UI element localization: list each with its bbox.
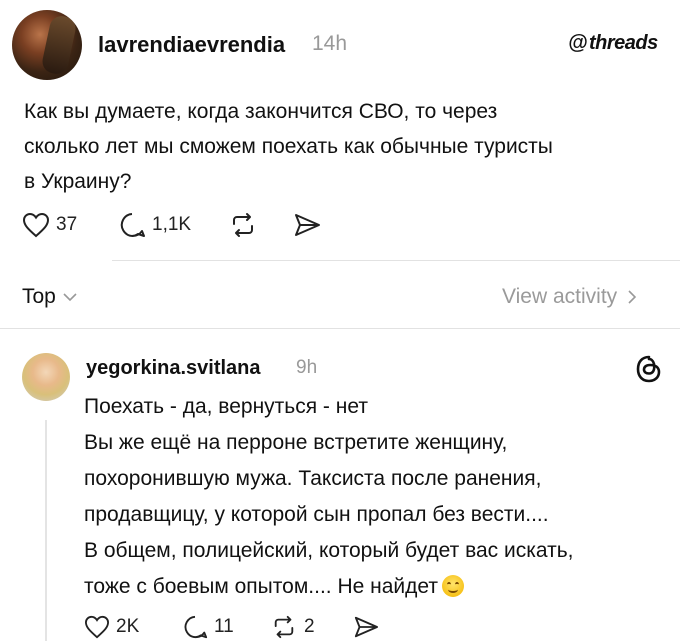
reply-text-line: Поехать - да, вернуться - нет xyxy=(84,395,368,418)
chevron-right-icon xyxy=(628,290,637,304)
reply-share-button[interactable] xyxy=(352,612,380,642)
reply-text-line-last: тоже с боевым опытом.... Не найдет xyxy=(84,569,674,605)
smiling-face-emoji xyxy=(442,575,464,597)
heart-icon xyxy=(84,615,110,639)
reply-text: Поехать - да, вернуться - нет Вы же ещё … xyxy=(84,389,674,605)
comment-icon xyxy=(184,615,208,639)
reply-button[interactable]: 1,1K xyxy=(118,210,191,240)
divider xyxy=(112,260,680,261)
reply-author-username[interactable]: yegorkina.svitlana xyxy=(86,357,261,380)
reply-timestamp: 9h xyxy=(296,357,318,378)
send-icon xyxy=(354,616,378,638)
reply-repost-button[interactable]: 2 xyxy=(270,612,315,642)
author-avatar[interactable] xyxy=(12,10,82,80)
reply-text-line: похоронившую мужа. Таксиста после ранени… xyxy=(84,467,542,490)
reply-like-button[interactable]: 2K xyxy=(84,612,139,642)
repost-icon xyxy=(274,615,294,639)
reply-text-line: тоже с боевым опытом.... Не найдет xyxy=(84,575,438,598)
reply-text-line: В общем, полицейский, который будет вас … xyxy=(84,539,574,562)
threads-brand: @ threads xyxy=(568,32,658,55)
threads-logo-icon: @ xyxy=(568,32,588,54)
post-author-username[interactable]: lavrendiaevrendia xyxy=(98,32,285,58)
reply-reply-button[interactable]: 11 xyxy=(182,612,234,642)
post-text: Как вы думаете, когда закончится СВО, то… xyxy=(24,94,664,199)
like-count: 37 xyxy=(56,214,78,235)
reply-author-avatar[interactable] xyxy=(22,353,70,401)
repost-button[interactable] xyxy=(228,210,258,240)
chevron-down-icon xyxy=(63,293,77,302)
repost-icon xyxy=(233,213,253,237)
post-text-line: сколько лет мы сможем поехать как обычны… xyxy=(24,135,553,158)
threads-brand-label: threads xyxy=(589,32,658,54)
reply-reply-count: 11 xyxy=(214,616,234,637)
divider xyxy=(0,328,680,329)
reply-like-count: 2K xyxy=(116,616,140,637)
thread-line xyxy=(45,420,47,641)
post-text-line: Как вы думаете, когда закончится СВО, то… xyxy=(24,100,498,123)
threads-logo-icon[interactable] xyxy=(634,354,664,389)
view-activity-link[interactable]: View activity xyxy=(502,285,639,309)
post-text-line: в Украину? xyxy=(24,170,132,193)
reply-text-line: Вы же ещё на перроне встретите женщину, xyxy=(84,431,508,454)
share-button[interactable] xyxy=(292,210,322,240)
like-button[interactable]: 37 xyxy=(22,210,77,240)
post-timestamp: 14h xyxy=(312,32,348,55)
comment-icon xyxy=(120,213,145,237)
reply-repost-count: 2 xyxy=(304,616,315,637)
heart-icon xyxy=(22,212,50,238)
reply-count: 1,1K xyxy=(152,214,192,235)
reply-text-line: продавщицу, у которой сын пропал без вес… xyxy=(84,503,549,526)
send-icon xyxy=(295,214,320,236)
sort-dropdown[interactable]: Top xyxy=(22,285,79,309)
sort-label: Top xyxy=(22,285,56,308)
view-activity-label: View activity xyxy=(502,285,618,308)
